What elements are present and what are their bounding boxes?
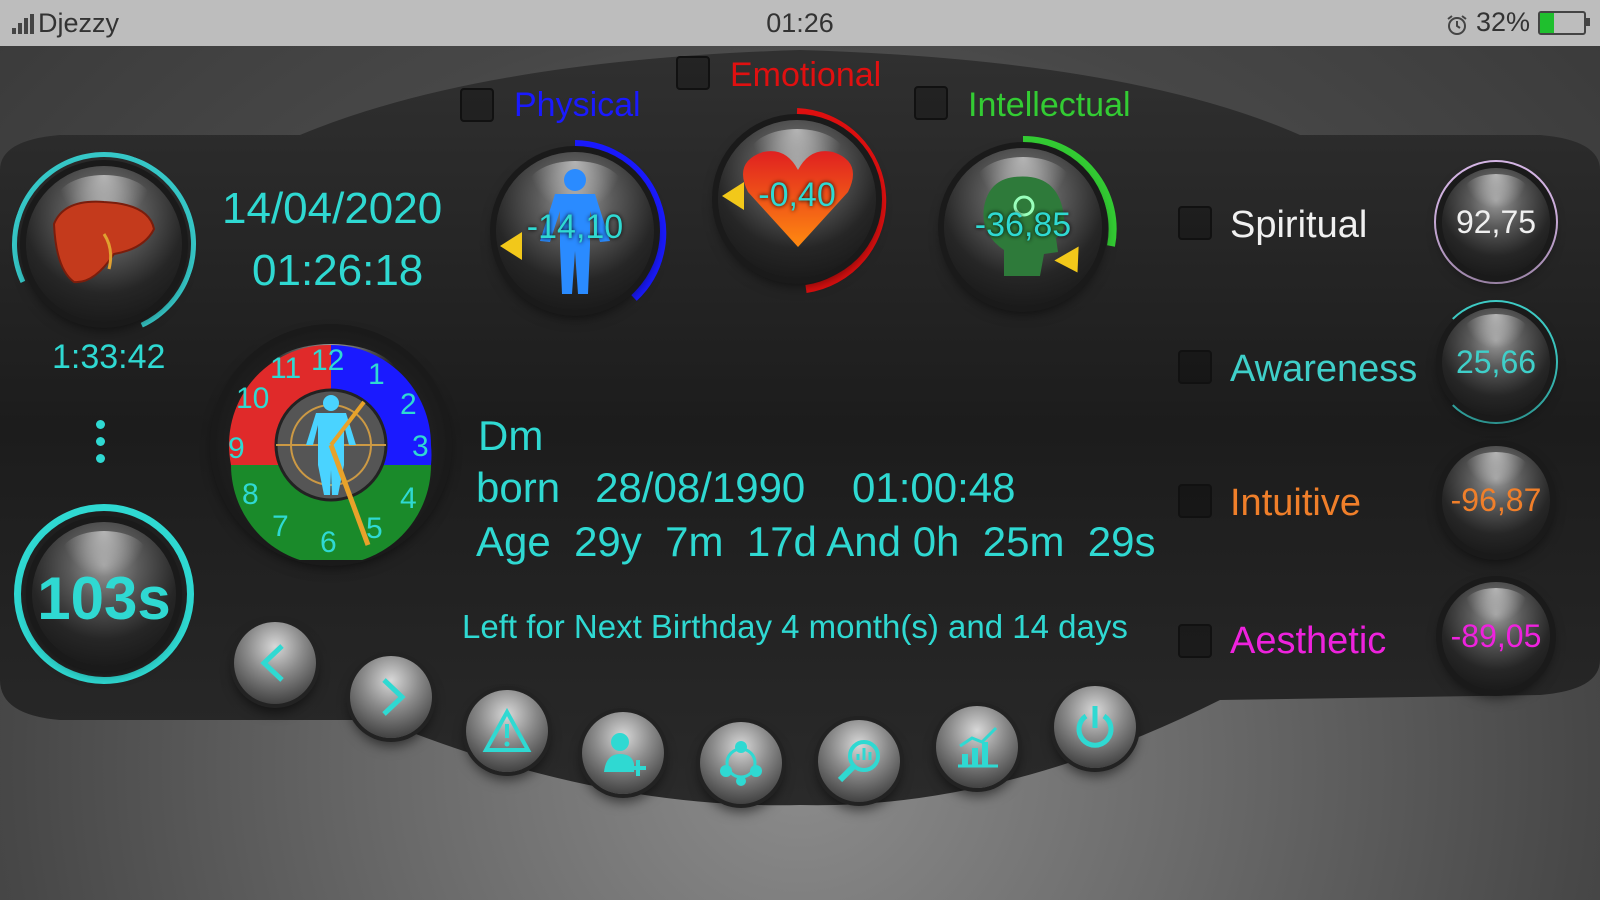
next-birthday: Left for Next Birthday 4 month(s) and 14… — [462, 608, 1128, 645]
dial-number-7: 7 — [272, 510, 289, 543]
age-days: 17d — [746, 518, 817, 565]
intuitive-checkbox[interactable] — [1178, 484, 1212, 518]
emotional-gauge[interactable]: -0,40 — [718, 120, 876, 278]
dial-number-9: 9 — [228, 432, 245, 465]
spiritual-label: Spiritual — [1230, 204, 1368, 246]
dial-number-3: 3 — [412, 430, 429, 463]
physical-gauge[interactable]: -14,10 — [496, 152, 654, 310]
aesthetic-gauge[interactable]: -89,05 — [1442, 582, 1550, 690]
emotional-checkbox[interactable] — [676, 56, 710, 90]
intellectual-gauge[interactable]: -36,85 — [944, 148, 1102, 306]
power-icon — [1076, 706, 1114, 748]
person-name: Dm — [478, 412, 544, 459]
power-button[interactable] — [1054, 686, 1136, 768]
add-user-button[interactable] — [582, 712, 664, 794]
awareness-value: 25,66 — [1455, 344, 1537, 380]
age-row: Age 29y 7m 17d And 0h 25m 29s — [476, 518, 1156, 566]
intuitive-gauge[interactable]: -96,87 — [1442, 446, 1550, 554]
group-button[interactable] — [700, 722, 782, 804]
more-vert-icon[interactable] — [96, 420, 108, 464]
seconds-counter[interactable]: 103s — [32, 522, 176, 666]
age-seconds: 29s — [1087, 518, 1156, 565]
born-label: born — [476, 464, 561, 511]
emotional-label: Emotional — [730, 56, 882, 94]
organ-timer-value: 1:33:42 — [52, 338, 166, 376]
current-date: 14/04/2020 — [222, 184, 443, 233]
aesthetic-label: Aesthetic — [1230, 620, 1387, 662]
dial-number-6: 6 — [320, 526, 337, 559]
awareness-gauge[interactable]: 25,66 — [1442, 308, 1550, 416]
statistics-button[interactable] — [936, 706, 1018, 788]
aesthetic-value: -89,05 — [1450, 618, 1542, 654]
age-months: 7m — [665, 518, 724, 565]
physical-label: Physical — [514, 86, 641, 124]
alarm-icon — [1446, 12, 1468, 35]
physical-arrow-icon — [500, 232, 522, 260]
search-chart-button[interactable] — [818, 720, 900, 802]
aesthetic-checkbox[interactable] — [1178, 624, 1212, 658]
dial-number-5: 5 — [366, 512, 383, 545]
chevron-right-icon — [382, 678, 406, 716]
biorhythm-dial-clock[interactable]: 12 1 2 3 4 5 6 7 8 9 10 11 — [216, 330, 446, 560]
intuitive-value: -96,87 — [1450, 482, 1542, 518]
emotional-arrow-icon — [722, 182, 744, 210]
previous-button[interactable] — [234, 622, 316, 704]
spiritual-gauge[interactable]: 92,75 — [1442, 168, 1550, 276]
group-icon — [720, 741, 762, 786]
intellectual-value: -36,85 — [974, 206, 1072, 244]
spiritual-value: 92,75 — [1455, 204, 1537, 240]
age-label: Age — [476, 518, 551, 565]
dial-number-2: 2 — [400, 388, 417, 421]
dial-number-1: 1 — [368, 358, 385, 391]
warning-icon — [482, 707, 532, 752]
current-time: 01:26:18 — [252, 246, 424, 295]
intellectual-checkbox[interactable] — [914, 86, 948, 120]
physical-checkbox[interactable] — [460, 88, 494, 122]
dial-number-4: 4 — [400, 482, 417, 515]
intuitive-label: Intuitive — [1230, 482, 1361, 524]
dial-number-11: 11 — [270, 352, 302, 385]
app-screen: Djezzy 01:26 32% 1:33:42 103s 14/04/2020… — [0, 0, 1600, 900]
spiritual-checkbox[interactable] — [1178, 206, 1212, 240]
seconds-counter-value: 103s — [37, 565, 171, 632]
battery-charging-icon — [1538, 10, 1590, 35]
awareness-checkbox[interactable] — [1178, 350, 1212, 384]
bar-chart-icon — [958, 726, 998, 768]
battery-percent: 32% — [1475, 7, 1530, 37]
warning-button[interactable] — [466, 690, 548, 772]
dial-number-12: 12 — [311, 344, 345, 377]
status-time: 01:26 — [766, 8, 834, 38]
status-right: 32% — [1446, 7, 1590, 38]
birth-date: 28/08/1990 — [595, 464, 806, 511]
chevron-left-icon — [260, 644, 284, 682]
age-and: And — [826, 518, 902, 565]
next-button[interactable] — [350, 656, 432, 738]
age-hours: 0h — [912, 518, 960, 565]
birth-time: 01:00:48 — [851, 464, 1016, 511]
search-chart-icon — [837, 740, 880, 783]
intellectual-label: Intellectual — [968, 86, 1131, 124]
age-minutes: 25m — [982, 518, 1065, 565]
organ-button[interactable] — [26, 166, 182, 322]
dial-number-10: 10 — [236, 382, 270, 415]
add-user-icon — [604, 733, 646, 776]
age-years: 29y — [574, 518, 642, 565]
liver-icon — [52, 200, 156, 284]
dial-number-8: 8 — [242, 478, 259, 511]
awareness-label: Awareness — [1230, 348, 1418, 390]
born-row: born 28/08/1990 01:00:48 — [476, 464, 1015, 512]
